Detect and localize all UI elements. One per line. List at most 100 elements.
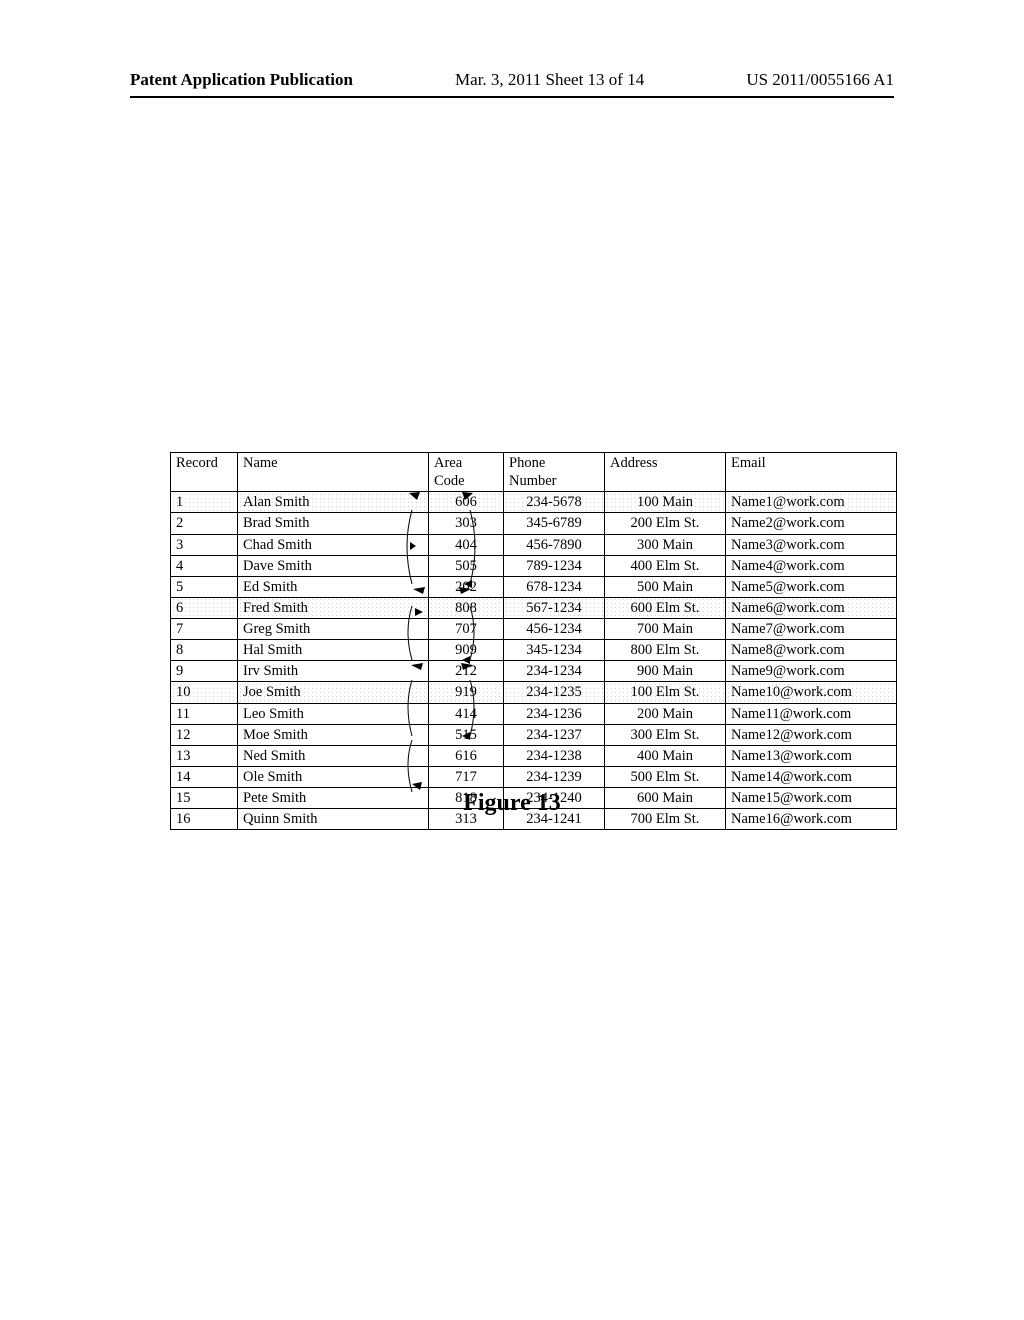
cell-record: 13 <box>171 745 238 766</box>
cell-address: 700 Main <box>605 619 726 640</box>
table-row: 8Hal Smith909345-1234800 Elm St.Name8@wo… <box>171 640 897 661</box>
cell-address: 200 Main <box>605 703 726 724</box>
cell-area: 212 <box>429 661 504 682</box>
cell-phone: 456-1234 <box>504 619 605 640</box>
col-area-l2: Code <box>434 473 465 489</box>
cell-name: Ed Smith <box>238 576 429 597</box>
cell-area: 414 <box>429 703 504 724</box>
cell-area: 616 <box>429 745 504 766</box>
table-row: 10Joe Smith919234-1235100 Elm St.Name10@… <box>171 682 897 703</box>
table-row: 3Chad Smith404456-7890300 MainName3@work… <box>171 534 897 555</box>
cell-name: Hal Smith <box>238 640 429 661</box>
col-phone-l2: Number <box>509 473 557 489</box>
cell-phone: 567-1234 <box>504 597 605 618</box>
col-name: Name <box>238 453 429 492</box>
cell-record: 6 <box>171 597 238 618</box>
cell-name: Ole Smith <box>238 766 429 787</box>
cell-record: 12 <box>171 724 238 745</box>
cell-address: 200 Elm St. <box>605 513 726 534</box>
table-row: 1Alan Smith606234-5678100 MainName1@work… <box>171 492 897 513</box>
cell-email: Name8@work.com <box>726 640 897 661</box>
table-header-row: Record Name Area Code Phone Number Addre… <box>171 453 897 492</box>
cell-phone: 234-1235 <box>504 682 605 703</box>
table-row: 12Moe Smith515234-1237300 Elm St.Name12@… <box>171 724 897 745</box>
cell-phone: 678-1234 <box>504 576 605 597</box>
table-row: 7Greg Smith707456-1234700 MainName7@work… <box>171 619 897 640</box>
cell-phone: 234-1234 <box>504 661 605 682</box>
cell-area: 505 <box>429 555 504 576</box>
cell-name: Ned Smith <box>238 745 429 766</box>
cell-area: 404 <box>429 534 504 555</box>
cell-record: 3 <box>171 534 238 555</box>
cell-area: 202 <box>429 576 504 597</box>
col-record: Record <box>171 453 238 492</box>
table-row: 13Ned Smith616234-1238400 MainName13@wor… <box>171 745 897 766</box>
cell-email: Name13@work.com <box>726 745 897 766</box>
cell-record: 9 <box>171 661 238 682</box>
page-header: Patent Application Publication Mar. 3, 2… <box>130 70 894 98</box>
cell-address: 300 Main <box>605 534 726 555</box>
cell-address: 400 Main <box>605 745 726 766</box>
header-center: Mar. 3, 2011 Sheet 13 of 14 <box>455 70 644 90</box>
table-row: 6Fred Smith808567-1234600 Elm St.Name6@w… <box>171 597 897 618</box>
cell-area: 919 <box>429 682 504 703</box>
cell-address: 500 Main <box>605 576 726 597</box>
header-right: US 2011/0055166 A1 <box>746 70 894 90</box>
cell-record: 5 <box>171 576 238 597</box>
cell-email: Name9@work.com <box>726 661 897 682</box>
cell-phone: 456-7890 <box>504 534 605 555</box>
cell-area: 515 <box>429 724 504 745</box>
cell-record: 4 <box>171 555 238 576</box>
cell-name: Chad Smith <box>238 534 429 555</box>
cell-address: 600 Elm St. <box>605 597 726 618</box>
cell-name: Fred Smith <box>238 597 429 618</box>
cell-area: 707 <box>429 619 504 640</box>
cell-phone: 789-1234 <box>504 555 605 576</box>
cell-name: Irv Smith <box>238 661 429 682</box>
cell-record: 10 <box>171 682 238 703</box>
cell-email: Name6@work.com <box>726 597 897 618</box>
col-area-l1: Area <box>434 455 462 471</box>
cell-email: Name4@work.com <box>726 555 897 576</box>
table-row: 2Brad Smith303345-6789200 Elm St.Name2@w… <box>171 513 897 534</box>
cell-email: Name1@work.com <box>726 492 897 513</box>
cell-name: Dave Smith <box>238 555 429 576</box>
cell-email: Name2@work.com <box>726 513 897 534</box>
cell-email: Name10@work.com <box>726 682 897 703</box>
cell-phone: 234-1239 <box>504 766 605 787</box>
cell-address: 400 Elm St. <box>605 555 726 576</box>
cell-area: 909 <box>429 640 504 661</box>
page: Patent Application Publication Mar. 3, 2… <box>0 0 1024 1320</box>
col-phone-l1: Phone <box>509 455 545 471</box>
cell-record: 2 <box>171 513 238 534</box>
cell-email: Name14@work.com <box>726 766 897 787</box>
cell-name: Joe Smith <box>238 682 429 703</box>
cell-email: Name12@work.com <box>726 724 897 745</box>
cell-address: 300 Elm St. <box>605 724 726 745</box>
cell-email: Name11@work.com <box>726 703 897 724</box>
cell-address: 500 Elm St. <box>605 766 726 787</box>
cell-area: 606 <box>429 492 504 513</box>
cell-phone: 345-1234 <box>504 640 605 661</box>
cell-area: 303 <box>429 513 504 534</box>
cell-record: 1 <box>171 492 238 513</box>
table-row: 9Irv Smith212234-1234900 MainName9@work.… <box>171 661 897 682</box>
cell-name: Leo Smith <box>238 703 429 724</box>
cell-address: 900 Main <box>605 661 726 682</box>
table-row: 5Ed Smith202678-1234500 MainName5@work.c… <box>171 576 897 597</box>
header-left: Patent Application Publication <box>130 70 353 90</box>
col-area: Area Code <box>429 453 504 492</box>
cell-address: 100 Elm St. <box>605 682 726 703</box>
col-phone: Phone Number <box>504 453 605 492</box>
figure-table-wrap: Record Name Area Code Phone Number Addre… <box>170 452 860 830</box>
cell-phone: 345-6789 <box>504 513 605 534</box>
cell-phone: 234-1237 <box>504 724 605 745</box>
cell-address: 800 Elm St. <box>605 640 726 661</box>
cell-name: Moe Smith <box>238 724 429 745</box>
figure-caption: Figure 13 <box>0 790 1024 817</box>
cell-name: Alan Smith <box>238 492 429 513</box>
cell-record: 11 <box>171 703 238 724</box>
cell-phone: 234-5678 <box>504 492 605 513</box>
cell-record: 7 <box>171 619 238 640</box>
table-row: 14Ole Smith717234-1239500 Elm St.Name14@… <box>171 766 897 787</box>
